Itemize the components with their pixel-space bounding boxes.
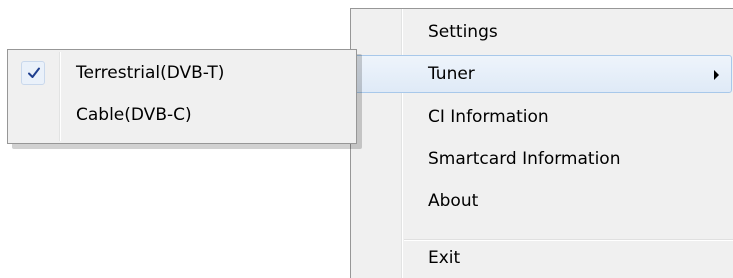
menu-item-label: Exit — [428, 248, 461, 268]
context-menu: Settings Tuner CI Information Smartcard … — [350, 8, 733, 278]
submenu-item-label: Cable(DVB-C) — [76, 105, 192, 125]
menu-item-tuner[interactable]: Tuner — [354, 55, 732, 93]
menu-item-smartcard-information[interactable]: Smartcard Information — [354, 140, 732, 178]
menu-item-label: CI Information — [428, 107, 549, 127]
check-indicator — [21, 61, 45, 85]
tuner-submenu: Terrestrial(DVB-T) Cable(DVB-C) — [7, 49, 357, 144]
menu-item-label: About — [428, 191, 479, 211]
menu-item-about[interactable]: About — [354, 182, 732, 220]
submenu-item-terrestrial[interactable]: Terrestrial(DVB-T) — [10, 54, 354, 92]
menu-item-label: Settings — [428, 22, 498, 42]
screen: Settings Tuner CI Information Smartcard … — [0, 0, 733, 278]
submenu-item-cable[interactable]: Cable(DVB-C) — [10, 96, 354, 134]
submenu-item-label: Terrestrial(DVB-T) — [76, 63, 225, 83]
menu-item-label: Tuner — [428, 64, 475, 84]
menu-item-ci-information[interactable]: CI Information — [354, 98, 732, 136]
menu-item-settings[interactable]: Settings — [354, 13, 732, 51]
chevron-right-icon — [714, 70, 719, 80]
check-icon — [28, 67, 40, 78]
menu-item-exit[interactable]: Exit — [354, 239, 732, 277]
menu-item-label: Smartcard Information — [428, 149, 621, 169]
